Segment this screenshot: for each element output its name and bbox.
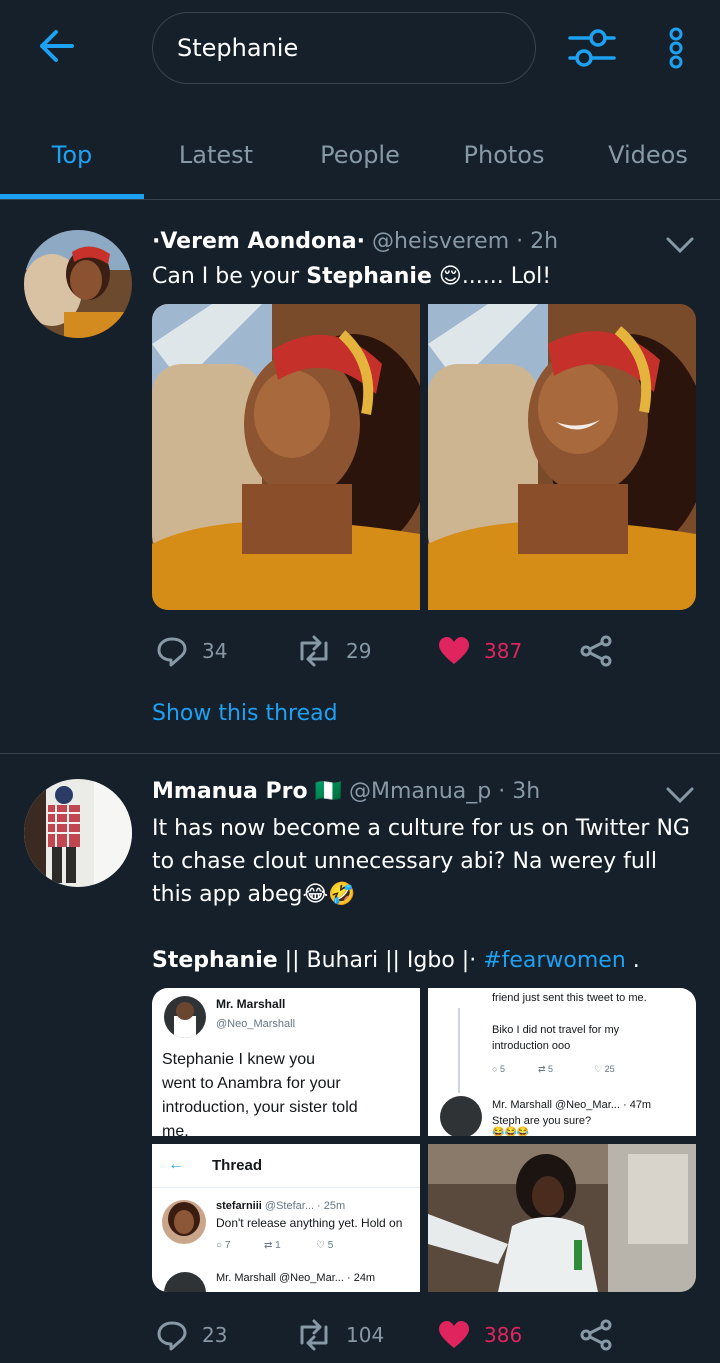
like-button[interactable]: 386 xyxy=(438,1315,522,1355)
tweet-photo[interactable]: ← Thread stefarniii @Stefar... · 25m Don… xyxy=(152,1144,420,1292)
tweet-photo[interactable] xyxy=(152,304,420,610)
share-icon xyxy=(580,635,612,667)
search-tabs: Top Latest People Photos Videos xyxy=(0,110,720,200)
tweet-photo[interactable] xyxy=(428,1144,696,1292)
back-button[interactable] xyxy=(28,22,84,70)
tweet-header: ·Verem Aondona· @heisverem · 2h xyxy=(152,229,558,254)
tab-photos[interactable]: Photos xyxy=(432,110,576,200)
tweet-header: Mmanua Pro 🇳🇬 @Mmanua_p · 3h xyxy=(152,779,540,804)
tweet-photo[interactable]: friend just sent this tweet to me. Biko … xyxy=(428,988,696,1136)
avatar xyxy=(164,1272,206,1292)
heart-filled-icon xyxy=(439,1321,469,1348)
reply-icon xyxy=(157,1321,187,1351)
tweet-tags: Stephanie || Buhari || Igbo |· #fearwome… xyxy=(152,948,640,973)
search-filter-button[interactable] xyxy=(566,24,618,72)
avatar xyxy=(162,1200,206,1244)
photo-image xyxy=(428,1144,696,1292)
avatar xyxy=(164,996,206,1038)
tab-people[interactable]: People xyxy=(288,110,432,200)
reply-button[interactable]: 34 xyxy=(156,631,227,671)
tweet-photo[interactable] xyxy=(428,304,696,610)
more-vertical-icon xyxy=(669,27,683,69)
avatar xyxy=(440,1096,482,1136)
sliders-icon xyxy=(568,29,616,67)
tweet-text: It has now become a culture for us on Tw… xyxy=(152,816,690,907)
reply-icon xyxy=(157,637,187,667)
timestamp: · 3h xyxy=(498,779,541,804)
top-bar: Stephanie xyxy=(0,0,720,100)
reply-button[interactable]: 23 xyxy=(156,1315,227,1355)
share-icon xyxy=(580,1319,612,1351)
show-thread-link[interactable]: Show this thread xyxy=(152,701,338,726)
display-name[interactable]: ·Verem Aondona· xyxy=(152,229,365,254)
share-button[interactable] xyxy=(580,1315,612,1355)
tweet-photo[interactable]: Mr. Marshall @Neo_Marshall Stephanie I k… xyxy=(152,988,420,1136)
arrow-left-icon xyxy=(40,30,74,62)
photo-image xyxy=(428,304,696,610)
tab-videos[interactable]: Videos xyxy=(576,110,720,200)
retweet-button[interactable]: 104 xyxy=(296,1315,384,1355)
avatar[interactable] xyxy=(24,230,132,338)
active-tab-indicator xyxy=(0,194,144,199)
search-query: Stephanie xyxy=(177,34,299,62)
timestamp: · 2h xyxy=(516,229,559,254)
hashtag-link[interactable]: #fearwomen xyxy=(483,948,626,973)
handle[interactable]: @heisverem xyxy=(372,229,509,254)
search-input[interactable]: Stephanie xyxy=(152,12,536,84)
avatar-photo xyxy=(24,779,132,887)
avatar-photo xyxy=(24,230,132,338)
display-name[interactable]: Mmanua Pro xyxy=(152,779,308,804)
retweet-icon xyxy=(300,635,328,667)
tab-latest[interactable]: Latest xyxy=(144,110,288,200)
share-button[interactable] xyxy=(580,631,612,671)
tweet[interactable]: Mmanua Pro 🇳🇬 @Mmanua_p · 3h It has now … xyxy=(0,755,720,1363)
tab-top[interactable]: Top xyxy=(0,110,144,200)
more-options-button[interactable] xyxy=(660,24,692,72)
flag-emoji: 🇳🇬 xyxy=(314,779,342,804)
avatar[interactable] xyxy=(24,779,132,887)
tweet-actions: 34 29 387 xyxy=(152,631,692,671)
tweet-actions: 23 104 386 xyxy=(152,1315,692,1355)
photo-image xyxy=(152,304,420,610)
retweet-icon xyxy=(300,1319,328,1351)
tweet-text: Can I be your Stephanie 😌...... Lol! xyxy=(152,264,552,289)
like-button[interactable]: 387 xyxy=(438,631,522,671)
chevron-down-icon[interactable] xyxy=(664,783,696,807)
handle[interactable]: @Mmanua_p xyxy=(349,779,491,804)
retweet-button[interactable]: 29 xyxy=(296,631,371,671)
tweet[interactable]: ·Verem Aondona· @heisverem · 2h Can I be… xyxy=(0,203,720,754)
chevron-down-icon[interactable] xyxy=(664,233,696,257)
arrow-left-icon: ← xyxy=(168,1156,184,1173)
heart-filled-icon xyxy=(439,637,469,664)
